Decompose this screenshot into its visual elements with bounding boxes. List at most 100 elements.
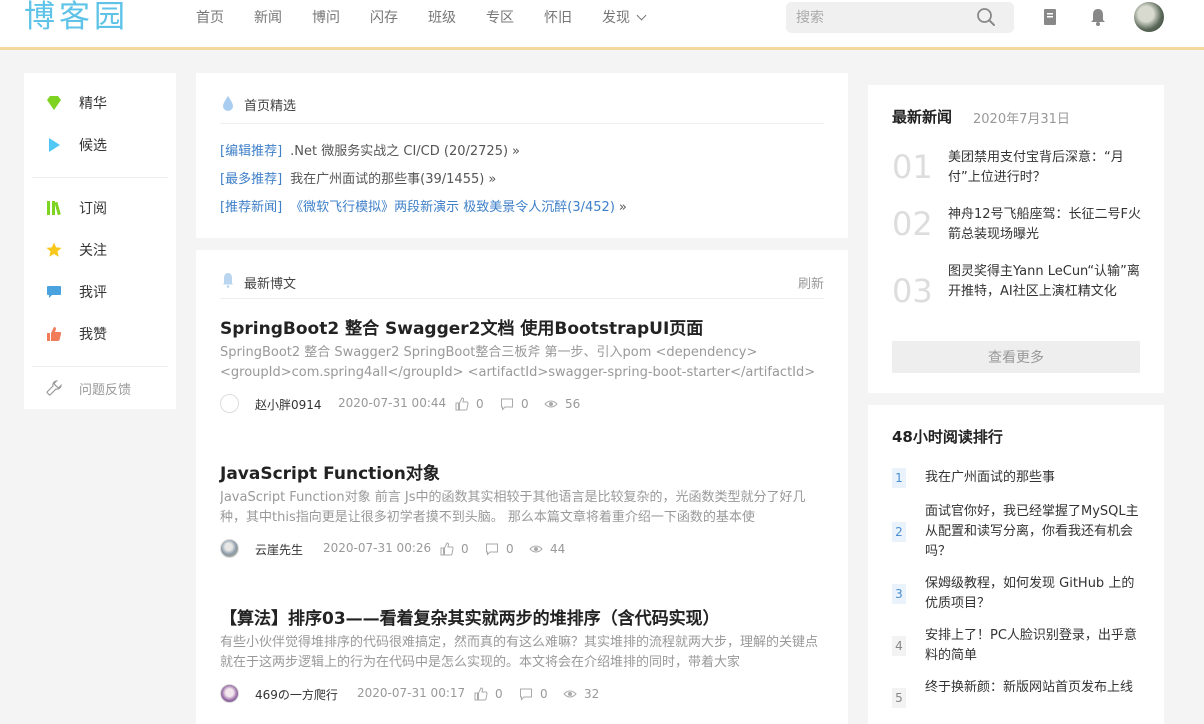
nav-class[interactable]: 班级: [428, 7, 456, 27]
sidebar-item-feedback[interactable]: 问题反馈: [24, 375, 176, 401]
nav-flash[interactable]: 闪存: [370, 7, 398, 27]
posts-divider: [220, 298, 824, 299]
view-count: 44: [550, 542, 566, 556]
nav-qa[interactable]: 博问: [312, 7, 340, 27]
post-title[interactable]: 【算法】排序03——看着复杂其实就两步的堆排序（含代码实现）: [220, 604, 720, 629]
news-number: 02: [892, 205, 933, 243]
view-stat: 56: [544, 394, 580, 414]
rank-link[interactable]: 安排上了！PC人脸识别登录，出乎意料的简单: [925, 626, 1143, 666]
view-stat: 44: [529, 539, 565, 559]
sidebar-item-label: 关注: [79, 243, 107, 259]
refresh-button[interactable]: 刷新: [798, 273, 824, 292]
nav-nostalgia[interactable]: 怀旧: [544, 7, 572, 27]
sidebar-divider: [32, 366, 168, 367]
play-icon: [49, 138, 60, 152]
rank-number: 5: [892, 688, 906, 708]
post-date: 2020-07-31 00:44: [338, 396, 447, 410]
comment-icon: [520, 688, 532, 701]
rank-number: 2: [892, 522, 906, 542]
featured-link[interactable]: 《微软飞行模拟》两段新演示 极致美景令人沉醉(3/452): [290, 200, 615, 215]
post-title[interactable]: SpringBoot2 整合 Swagger2文档 使用BootstrapUI页…: [220, 314, 703, 339]
rank-number: 1: [892, 468, 906, 488]
books-icon: [47, 201, 61, 216]
nav-discover-label: 发现: [602, 10, 630, 26]
post-title[interactable]: JavaScript Function对象: [220, 459, 440, 484]
like-count: 0: [495, 687, 503, 701]
like-count: 0: [461, 542, 469, 556]
post-date: 2020-07-31 00:17: [357, 686, 466, 700]
raquo-icon: »: [488, 172, 497, 187]
comment-stat[interactable]: 0: [519, 684, 548, 704]
top-header: 博客园 首页 新闻 博问 闪存 班级 专区 怀旧 发现: [0, 0, 1204, 50]
view-more-button[interactable]: 查看更多: [892, 341, 1140, 373]
sidebar-item-follow[interactable]: 关注: [24, 237, 176, 263]
thumbs-up-icon: [474, 687, 488, 701]
comment-icon: [47, 286, 61, 298]
featured-title: 首页精选: [244, 99, 297, 114]
comment-stat[interactable]: 0: [500, 394, 529, 414]
nav-discover[interactable]: 发现: [602, 7, 647, 27]
view-count: 56: [565, 397, 581, 411]
rank-link[interactable]: 面试官你好，我已经掌握了MySQL主从配置和读写分离，你看我还有机会吗？: [925, 502, 1143, 562]
comment-count: 0: [540, 687, 548, 701]
post-summary: JavaScript Function对象 前言 Js中的函数其实相较于其他语言…: [220, 490, 806, 525]
site-logo[interactable]: 博客园: [24, 0, 129, 34]
sidebar-item-my-comments[interactable]: 我评: [24, 279, 176, 305]
post-author[interactable]: 云崖先生: [255, 541, 303, 558]
nav-zone[interactable]: 专区: [486, 7, 514, 27]
news-title: 最新新闻: [892, 108, 953, 126]
featured-link[interactable]: 我在广州面试的那些事(39/1455): [290, 172, 484, 187]
author-avatar[interactable]: [220, 539, 239, 558]
search-box: [786, 2, 1014, 33]
featured-row: [推荐新闻] 《微软飞行模拟》两段新演示 极致美景令人沉醉(3/452)»: [220, 196, 627, 215]
sidebar-item-subscribe[interactable]: 订阅: [24, 195, 176, 221]
latest-posts-title: 最新博文: [244, 277, 297, 292]
search-icon[interactable]: [976, 7, 996, 27]
search-input[interactable]: [796, 2, 966, 33]
news-link[interactable]: 神舟12号飞船座驾：长征二号F火箭总装现场曝光: [948, 205, 1144, 245]
like-stat[interactable]: 0: [455, 394, 484, 414]
rank-title: 48小时阅读排行: [892, 428, 1003, 446]
like-stat[interactable]: 0: [440, 539, 469, 559]
notebook-icon[interactable]: [1039, 6, 1061, 28]
view-stat: 32: [563, 684, 599, 704]
featured-tag[interactable]: [最多推荐]: [220, 172, 282, 187]
news-link[interactable]: 图灵奖得主Yann LeCun“认输”离开推特，AI社区上演杠精文化: [948, 262, 1144, 302]
featured-tag[interactable]: [推荐新闻]: [220, 200, 282, 215]
comment-stat[interactable]: 0: [485, 539, 514, 559]
featured-card: 首页精选 [编辑推荐] .Net 微服务实战之 CI/CD (20/2725)» …: [196, 73, 848, 238]
post-author[interactable]: 469の一方爬行: [255, 686, 338, 703]
sidebar-item-label: 我赞: [79, 327, 107, 343]
author-avatar[interactable]: [220, 394, 239, 413]
sidebar-item-label: 精华: [79, 96, 107, 112]
nav-news[interactable]: 新闻: [254, 7, 282, 27]
user-avatar[interactable]: [1134, 2, 1164, 32]
post-meta: 469の一方爬行 2020-07-31 00:17 0 0 32: [220, 684, 824, 704]
post-summary: SpringBoot2 整合 Swagger2 SpringBoot整合三板斧 …: [220, 345, 816, 380]
author-avatar[interactable]: [220, 684, 239, 703]
news-number: 03: [892, 272, 933, 310]
chevron-down-icon: [636, 10, 647, 21]
rank-link[interactable]: 终于换新颜：新版网站首页发布上线: [925, 678, 1143, 698]
sidebar-item-label: 我评: [79, 285, 107, 301]
featured-tag[interactable]: [编辑推荐]: [220, 144, 282, 159]
latest-news-card: 最新新闻 2020年7月31日 01 美团禁用支付宝背后深意：“月付”上位进行时…: [868, 85, 1164, 393]
like-stat[interactable]: 0: [474, 684, 503, 704]
bell-icon[interactable]: [1087, 6, 1109, 28]
news-link[interactable]: 美团禁用支付宝背后深意：“月付”上位进行时？: [948, 148, 1144, 188]
news-date: 2020年7月31日: [973, 112, 1070, 127]
drop-icon: [223, 96, 233, 111]
sidebar-item-my-likes[interactable]: 我赞: [24, 321, 176, 347]
featured-divider: [220, 123, 824, 124]
diamond-icon: [47, 96, 61, 110]
rank-link[interactable]: 保姆级教程，如何发现 GitHub 上的优质项目？: [925, 574, 1143, 614]
post-author[interactable]: 赵小胖0914: [255, 396, 322, 413]
rank-link[interactable]: 我在广州面试的那些事: [925, 468, 1143, 488]
sidebar-item-candidate[interactable]: 候选: [24, 132, 176, 158]
featured-row: [最多推荐] 我在广州面试的那些事(39/1455) »: [220, 168, 496, 187]
nav-home[interactable]: 首页: [196, 7, 224, 27]
eye-icon: [563, 690, 577, 698]
featured-link[interactable]: .Net 微服务实战之 CI/CD (20/2725): [290, 144, 508, 159]
sidebar-item-essence[interactable]: 精华: [24, 90, 176, 116]
raquo-icon: »: [618, 200, 627, 215]
